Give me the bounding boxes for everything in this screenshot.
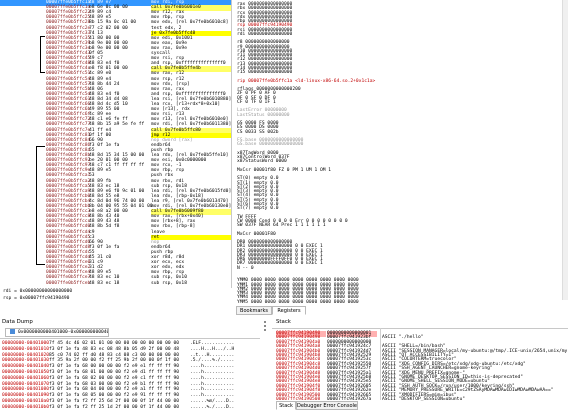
dump-region-tab[interactable]: 0x0000000000401000-0x0000000000402000 <box>5 328 109 337</box>
dump-row[interactable]: 00000000-00401010 f3 0f 1e fa 48 83 ec 08… <box>2 347 257 353</box>
dump-row[interactable]: 00000000-004010a0 f3 0f 1e fa f2 ff 25 6d… <box>2 399 257 405</box>
dump-row[interactable]: 00000000-00401060 f3 0f 1e fa 68 02 00 00… <box>2 376 257 382</box>
disasm-address: 00007ffe0b5ffceb <box>46 280 91 286</box>
disasm-instruction: sub rsp, 0x18 <box>151 280 187 286</box>
dump-ascii: ....h........... <box>190 370 235 375</box>
rdi-info-line: rdi = 0x00000000000000000 <box>3 289 73 294</box>
dump-hex: f3 0f 1e fa 68 02 00 00 00 f2 e9 c1 ff f… <box>49 375 179 381</box>
dump-address: 00000000-00401040 <box>2 364 50 370</box>
dump-address: 00000000-00401000 <box>2 341 50 346</box>
data-dump-title: Data Dump <box>2 319 33 325</box>
dump-ascii: ......%m/....D.. <box>190 399 235 404</box>
dump-hex: 7f 45 4c 46 02 01 01 00 00 00 00 00 00 0… <box>49 341 179 346</box>
dump-ascii: ......%./....D.. <box>190 404 235 410</box>
dump-ascii: ....h........... <box>190 375 235 381</box>
memory-region-icon <box>10 329 15 334</box>
dump-address: 00000000-004010a0 <box>2 399 50 404</box>
dump-hex: f3 0f 1e fa f2 ff 25 6d 2f 00 00 0f 1f 4… <box>49 399 179 404</box>
dump-address: 00000000-00401010 <box>2 346 50 352</box>
tab-bookmarks[interactable]: Bookmarks <box>236 306 272 315</box>
rsp-info-line: rsp = 0x00007ffc94190490 <box>3 296 70 301</box>
bottom-tabbar: Stack Debugger Error Console <box>276 401 386 410</box>
dump-hex: f3 0f 1e fa f2 ff 25 1d 2f 00 00 0f 1f 4… <box>49 404 179 410</box>
dump-region-label: 0x0000000000401000-0x0000000000402000 <box>18 330 108 335</box>
register-row[interactable]: YMM5 0000 0000 0000 0000 0000 0000 0000 … <box>237 300 562 306</box>
dump-row[interactable]: 00000000-00401050 f3 0f 1e fa 68 01 00 00… <box>2 370 257 376</box>
dump-address: 00000000-004010b0 <box>2 404 50 410</box>
dump-ascii: .ELF............ <box>190 341 235 346</box>
dump-row[interactable]: 00000000-00401090 f3 0f 1e fa 68 05 00 00… <box>2 393 257 399</box>
dump-hex: f3 0f 1e fa 68 00 00 00 00 f2 e9 e1 ff f… <box>49 364 179 370</box>
dump-row[interactable]: 00000000-00401040 f3 0f 1e fa 68 00 00 00… <box>2 364 257 370</box>
dump-ascii: ....h........... <box>190 364 235 370</box>
pane-splitter[interactable] <box>262 319 268 411</box>
dump-ascii: ....H...H.../..H <box>190 346 235 352</box>
dump-ascii: ....h........... <box>190 393 235 399</box>
registers-scrollbar[interactable] <box>562 0 568 300</box>
dump-hex: f3 0f 1e fa 68 05 00 00 00 f2 e9 91 ff f… <box>49 393 179 399</box>
dump-hex: f3 0f 1e fa 48 83 ec 08 48 8b 05 d9 2f 0… <box>49 346 179 352</box>
stack-column-divider <box>380 328 381 400</box>
stack-pane[interactable]: 00007ffc94190490 0000000000000001 00007ffc… <box>272 328 568 402</box>
tab-debugger-error-console[interactable]: Debugger Error Console <box>296 401 358 410</box>
stack-title: Stack <box>276 319 291 325</box>
disassembly-pane[interactable]: 00007ffe0b5ffc1a 48 89 e7 mov rdi, rsp 0000… <box>0 0 232 288</box>
dump-address: 00000000-00401090 <box>2 393 50 399</box>
right-pane-tabbar: Bookmarks Registers <box>236 306 356 315</box>
data-dump-pane[interactable]: 00000000-00401000 7f 45 4c 46 02 01 01 00… <box>0 338 260 411</box>
dump-address: 00000000-00401060 <box>2 375 50 381</box>
dump-row[interactable]: 00000000-004010b0 f3 0f 1e fa f2 ff 25 1d… <box>2 405 257 411</box>
disasm-bytes: 48 83 ec 18 <box>89 280 120 286</box>
disasm-row[interactable]: 00007ffe0b5ffceb 48 83 ec 18 sub rsp, 0x18 <box>0 280 231 287</box>
registers-pane[interactable]: rax 0000000000000000 rbx 0000000000000000… <box>235 0 568 305</box>
stack-comment: ASCII "DESKTOP_SESSION=ubuntu" <box>382 397 465 402</box>
dump-hex: f3 0f 1e fa 68 01 00 00 00 f2 e9 d1 ff f… <box>49 370 179 375</box>
dump-address: 00000000-00401050 <box>2 370 50 375</box>
tab-stack[interactable]: Stack <box>276 401 296 410</box>
dump-row[interactable]: 00000000-00401000 7f 45 4c 46 02 01 01 00… <box>2 341 257 347</box>
tab-registers[interactable]: Registers <box>272 306 306 315</box>
